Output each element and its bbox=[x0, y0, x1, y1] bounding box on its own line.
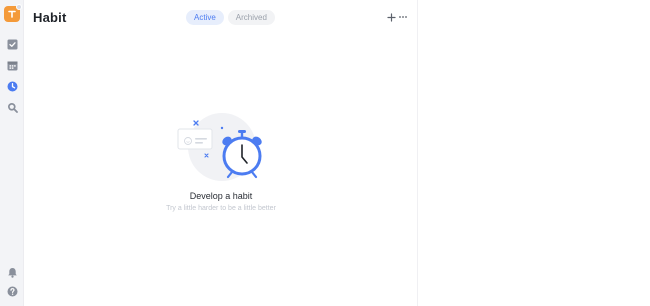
sidebar-item-tasks[interactable] bbox=[6, 38, 18, 50]
search-icon bbox=[7, 102, 18, 113]
habit-filter-tabs: Active Archived bbox=[186, 10, 275, 25]
avatar-badge bbox=[16, 4, 22, 10]
plus-icon bbox=[386, 12, 396, 22]
app-logo[interactable] bbox=[4, 4, 22, 22]
sidebar-item-help[interactable] bbox=[6, 285, 18, 297]
more-icon bbox=[399, 16, 407, 18]
help-icon bbox=[7, 286, 17, 296]
more-options-button[interactable] bbox=[398, 12, 408, 22]
sidebar-item-notifications[interactable] bbox=[6, 266, 18, 278]
empty-state-subtitle: Try a little harder to be a little bette… bbox=[166, 205, 276, 212]
bell-icon bbox=[7, 267, 17, 278]
ticktick-logo-icon bbox=[8, 10, 16, 18]
sidebar bbox=[0, 0, 24, 306]
tab-active[interactable]: Active bbox=[186, 10, 224, 25]
calendar-icon bbox=[7, 61, 17, 70]
empty-state-title: Develop a habit bbox=[189, 191, 253, 201]
tab-archived[interactable]: Archived bbox=[227, 10, 275, 25]
alarm-clock-icon bbox=[177, 113, 262, 181]
page-title: Habit bbox=[33, 10, 67, 25]
habit-detail-pane bbox=[418, 0, 650, 306]
sidebar-item-search[interactable] bbox=[6, 101, 18, 113]
app-window: Habit Active Archived Develop a habit Tr… bbox=[0, 0, 650, 306]
add-habit-button[interactable] bbox=[386, 12, 396, 22]
sidebar-item-habit[interactable] bbox=[6, 80, 18, 92]
habit-list-pane: Habit Active Archived Develop a habit Tr… bbox=[24, 0, 418, 306]
check-square-icon bbox=[7, 39, 17, 49]
sidebar-item-calendar[interactable] bbox=[6, 59, 18, 71]
habit-icon bbox=[7, 81, 17, 91]
